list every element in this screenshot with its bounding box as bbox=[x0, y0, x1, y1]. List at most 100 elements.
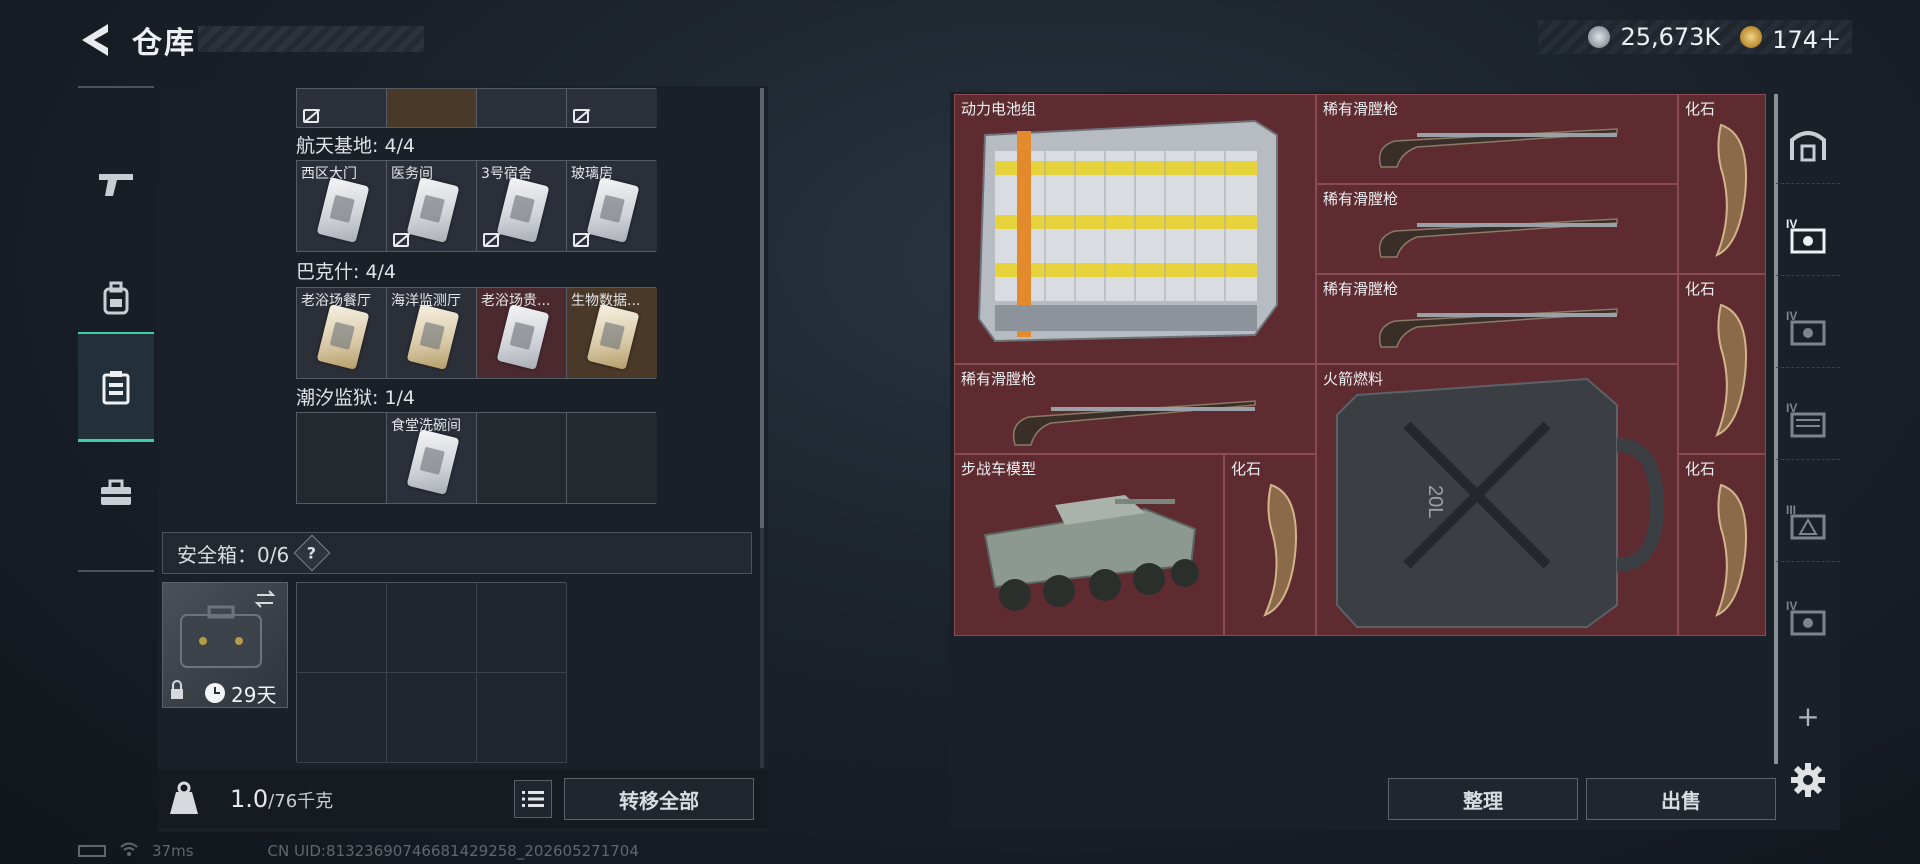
weight-current: 1.0 bbox=[230, 785, 269, 813]
keycard-icon bbox=[316, 304, 370, 370]
key-slot[interactable]: 食堂洗碗间 bbox=[387, 413, 477, 503]
sell-button[interactable]: 出售 bbox=[1586, 778, 1776, 820]
stash-item-fossil[interactable]: 化石 bbox=[1678, 274, 1766, 454]
add-stash-button[interactable]: + bbox=[1792, 700, 1824, 733]
item-label: 稀有滑膛枪 bbox=[1323, 190, 1399, 208]
sort-button[interactable]: 整理 bbox=[1388, 778, 1578, 820]
nav-keys[interactable] bbox=[78, 332, 154, 442]
key-label: 海洋监测厅 bbox=[391, 293, 461, 309]
safebox-slot[interactable] bbox=[387, 673, 477, 763]
safebox-slot[interactable] bbox=[387, 583, 477, 673]
key-slot[interactable]: 西区大门 bbox=[297, 161, 387, 251]
key-slot[interactable]: 3号宿舍 bbox=[477, 161, 567, 251]
key-slot[interactable] bbox=[387, 89, 477, 127]
stash-item-fossil[interactable]: 化石 bbox=[1678, 94, 1766, 274]
battery-icon bbox=[78, 845, 106, 857]
key-label: 老浴场餐厅 bbox=[301, 293, 371, 309]
safebox-timer: 29天 bbox=[231, 683, 277, 707]
stash-item-musket[interactable]: 稀有滑膛枪 bbox=[1316, 184, 1678, 274]
key-slot-empty[interactable] bbox=[567, 413, 657, 503]
stash-tab-5[interactable]: IV bbox=[1776, 578, 1840, 658]
key-slot[interactable] bbox=[567, 89, 657, 127]
back-arrow-icon bbox=[82, 24, 108, 56]
transfer-all-button[interactable]: 转移全部 bbox=[564, 778, 754, 820]
key-group-title: 潮汐监狱: 1/4 bbox=[296, 387, 416, 409]
item-label: 化石 bbox=[1685, 280, 1716, 298]
keycard-icon bbox=[586, 177, 640, 243]
item-label: 稀有滑膛枪 bbox=[1323, 280, 1399, 298]
fossil-claw-icon bbox=[1263, 483, 1297, 617]
stash-item-battery-pack[interactable]: 动力电池组 bbox=[954, 94, 1316, 364]
gold-triangle-coin-icon[interactable] bbox=[1740, 26, 1763, 48]
safebox-slot[interactable] bbox=[297, 673, 387, 763]
battery-pack-icon bbox=[977, 119, 1278, 343]
key-label: 老浴场贵... bbox=[481, 293, 551, 309]
weight-readout: 1.0/76千克 bbox=[230, 785, 333, 813]
safebox-slot[interactable] bbox=[477, 583, 567, 673]
gold-amount[interactable]: 174＋ bbox=[1772, 20, 1842, 55]
stash-tab-3[interactable]: IV bbox=[1776, 380, 1840, 460]
weight-icon bbox=[168, 780, 200, 816]
stash-item-fossil[interactable]: 化石 bbox=[1224, 454, 1316, 636]
keycard-icon bbox=[406, 304, 460, 370]
key-slot-empty[interactable] bbox=[477, 413, 567, 503]
item-label: 稀有滑膛枪 bbox=[1323, 100, 1399, 118]
list-icon bbox=[522, 791, 544, 807]
keycard-icon bbox=[586, 304, 640, 370]
list-view-button[interactable] bbox=[514, 780, 552, 818]
nav-tools[interactable] bbox=[78, 438, 154, 548]
item-label: 动力电池组 bbox=[961, 100, 1037, 118]
key-label: 食堂洗碗间 bbox=[391, 418, 461, 434]
fossil-claw-icon bbox=[1715, 483, 1747, 617]
keycard-icon bbox=[316, 177, 370, 243]
stash-item-musket[interactable]: 稀有滑膛枪 bbox=[1316, 94, 1678, 184]
nav-weapons[interactable] bbox=[78, 128, 154, 238]
keycard-icon bbox=[406, 177, 460, 243]
stash-item-fossil[interactable]: 化石 bbox=[1678, 454, 1766, 636]
help-icon[interactable]: ? bbox=[293, 534, 331, 572]
canister-capacity-text: 20L bbox=[1424, 485, 1446, 518]
silver-coin-icon bbox=[1588, 26, 1611, 48]
currency-bar: 25,673K 174＋ bbox=[1538, 20, 1852, 54]
settings-button[interactable] bbox=[1790, 762, 1826, 798]
key-group-title: 航天基地: 4/4 bbox=[296, 135, 416, 157]
fossil-claw-icon bbox=[1715, 303, 1747, 437]
key-slot[interactable]: 老浴场贵... bbox=[477, 288, 567, 378]
stash-tab-1[interactable]: IV bbox=[1776, 196, 1840, 276]
key-grid-aerospace: 西区大门 医务间 3号宿舍 玻璃房 bbox=[296, 160, 657, 252]
key-slot[interactable]: 玻璃房 bbox=[567, 161, 657, 251]
stash-item-musket[interactable]: 稀有滑膛枪 bbox=[1316, 274, 1678, 364]
stash-tab-4[interactable]: III bbox=[1776, 482, 1840, 562]
key-slot[interactable] bbox=[297, 89, 387, 127]
key-label: 生物数据... bbox=[571, 293, 641, 309]
key-slot-empty[interactable] bbox=[297, 413, 387, 503]
key-label: 玻璃房 bbox=[571, 166, 613, 182]
key-slot[interactable]: 海洋监测厅 bbox=[387, 288, 477, 378]
stash-tab-iv-icon: IV bbox=[1786, 309, 1826, 345]
key-label: 3号宿舍 bbox=[481, 166, 532, 182]
keycard-icon bbox=[496, 177, 550, 243]
safebox-slot[interactable] bbox=[477, 673, 567, 763]
key-slot[interactable]: 生物数据... bbox=[567, 288, 657, 378]
stash-overview-tab[interactable] bbox=[1776, 104, 1840, 184]
back-button[interactable] bbox=[78, 20, 114, 60]
no-share-icon bbox=[573, 233, 589, 247]
stash-tab-2[interactable]: IV bbox=[1776, 288, 1840, 368]
stash-item-musket[interactable]: 稀有滑膛枪 bbox=[954, 364, 1316, 454]
safebox-slot[interactable] bbox=[297, 583, 387, 673]
stash-item-rocket-fuel[interactable]: 火箭燃料 20L bbox=[1316, 364, 1678, 636]
stash-tab-iv-icon: IV bbox=[1786, 599, 1826, 636]
safebox-label: 安全箱：0/6 bbox=[177, 542, 290, 567]
uid-text: CN UID:813236907466814292​58_20260527170… bbox=[267, 842, 639, 860]
no-share-icon bbox=[573, 109, 589, 123]
safebox-header: 安全箱：0/6 ? bbox=[162, 532, 752, 574]
backpack-icon bbox=[103, 281, 129, 315]
no-share-icon bbox=[303, 109, 319, 123]
key-slot[interactable] bbox=[477, 89, 567, 127]
key-slot[interactable]: 医务间 bbox=[387, 161, 477, 251]
stash-item-ifv-model[interactable]: 步战车模型 bbox=[954, 454, 1224, 636]
left-scroll-thumb[interactable] bbox=[760, 88, 764, 528]
key-slot[interactable]: 老浴场餐厅 bbox=[297, 288, 387, 378]
safebox-item[interactable]: 29天 bbox=[162, 582, 288, 708]
page-title: 仓库 bbox=[132, 26, 196, 61]
